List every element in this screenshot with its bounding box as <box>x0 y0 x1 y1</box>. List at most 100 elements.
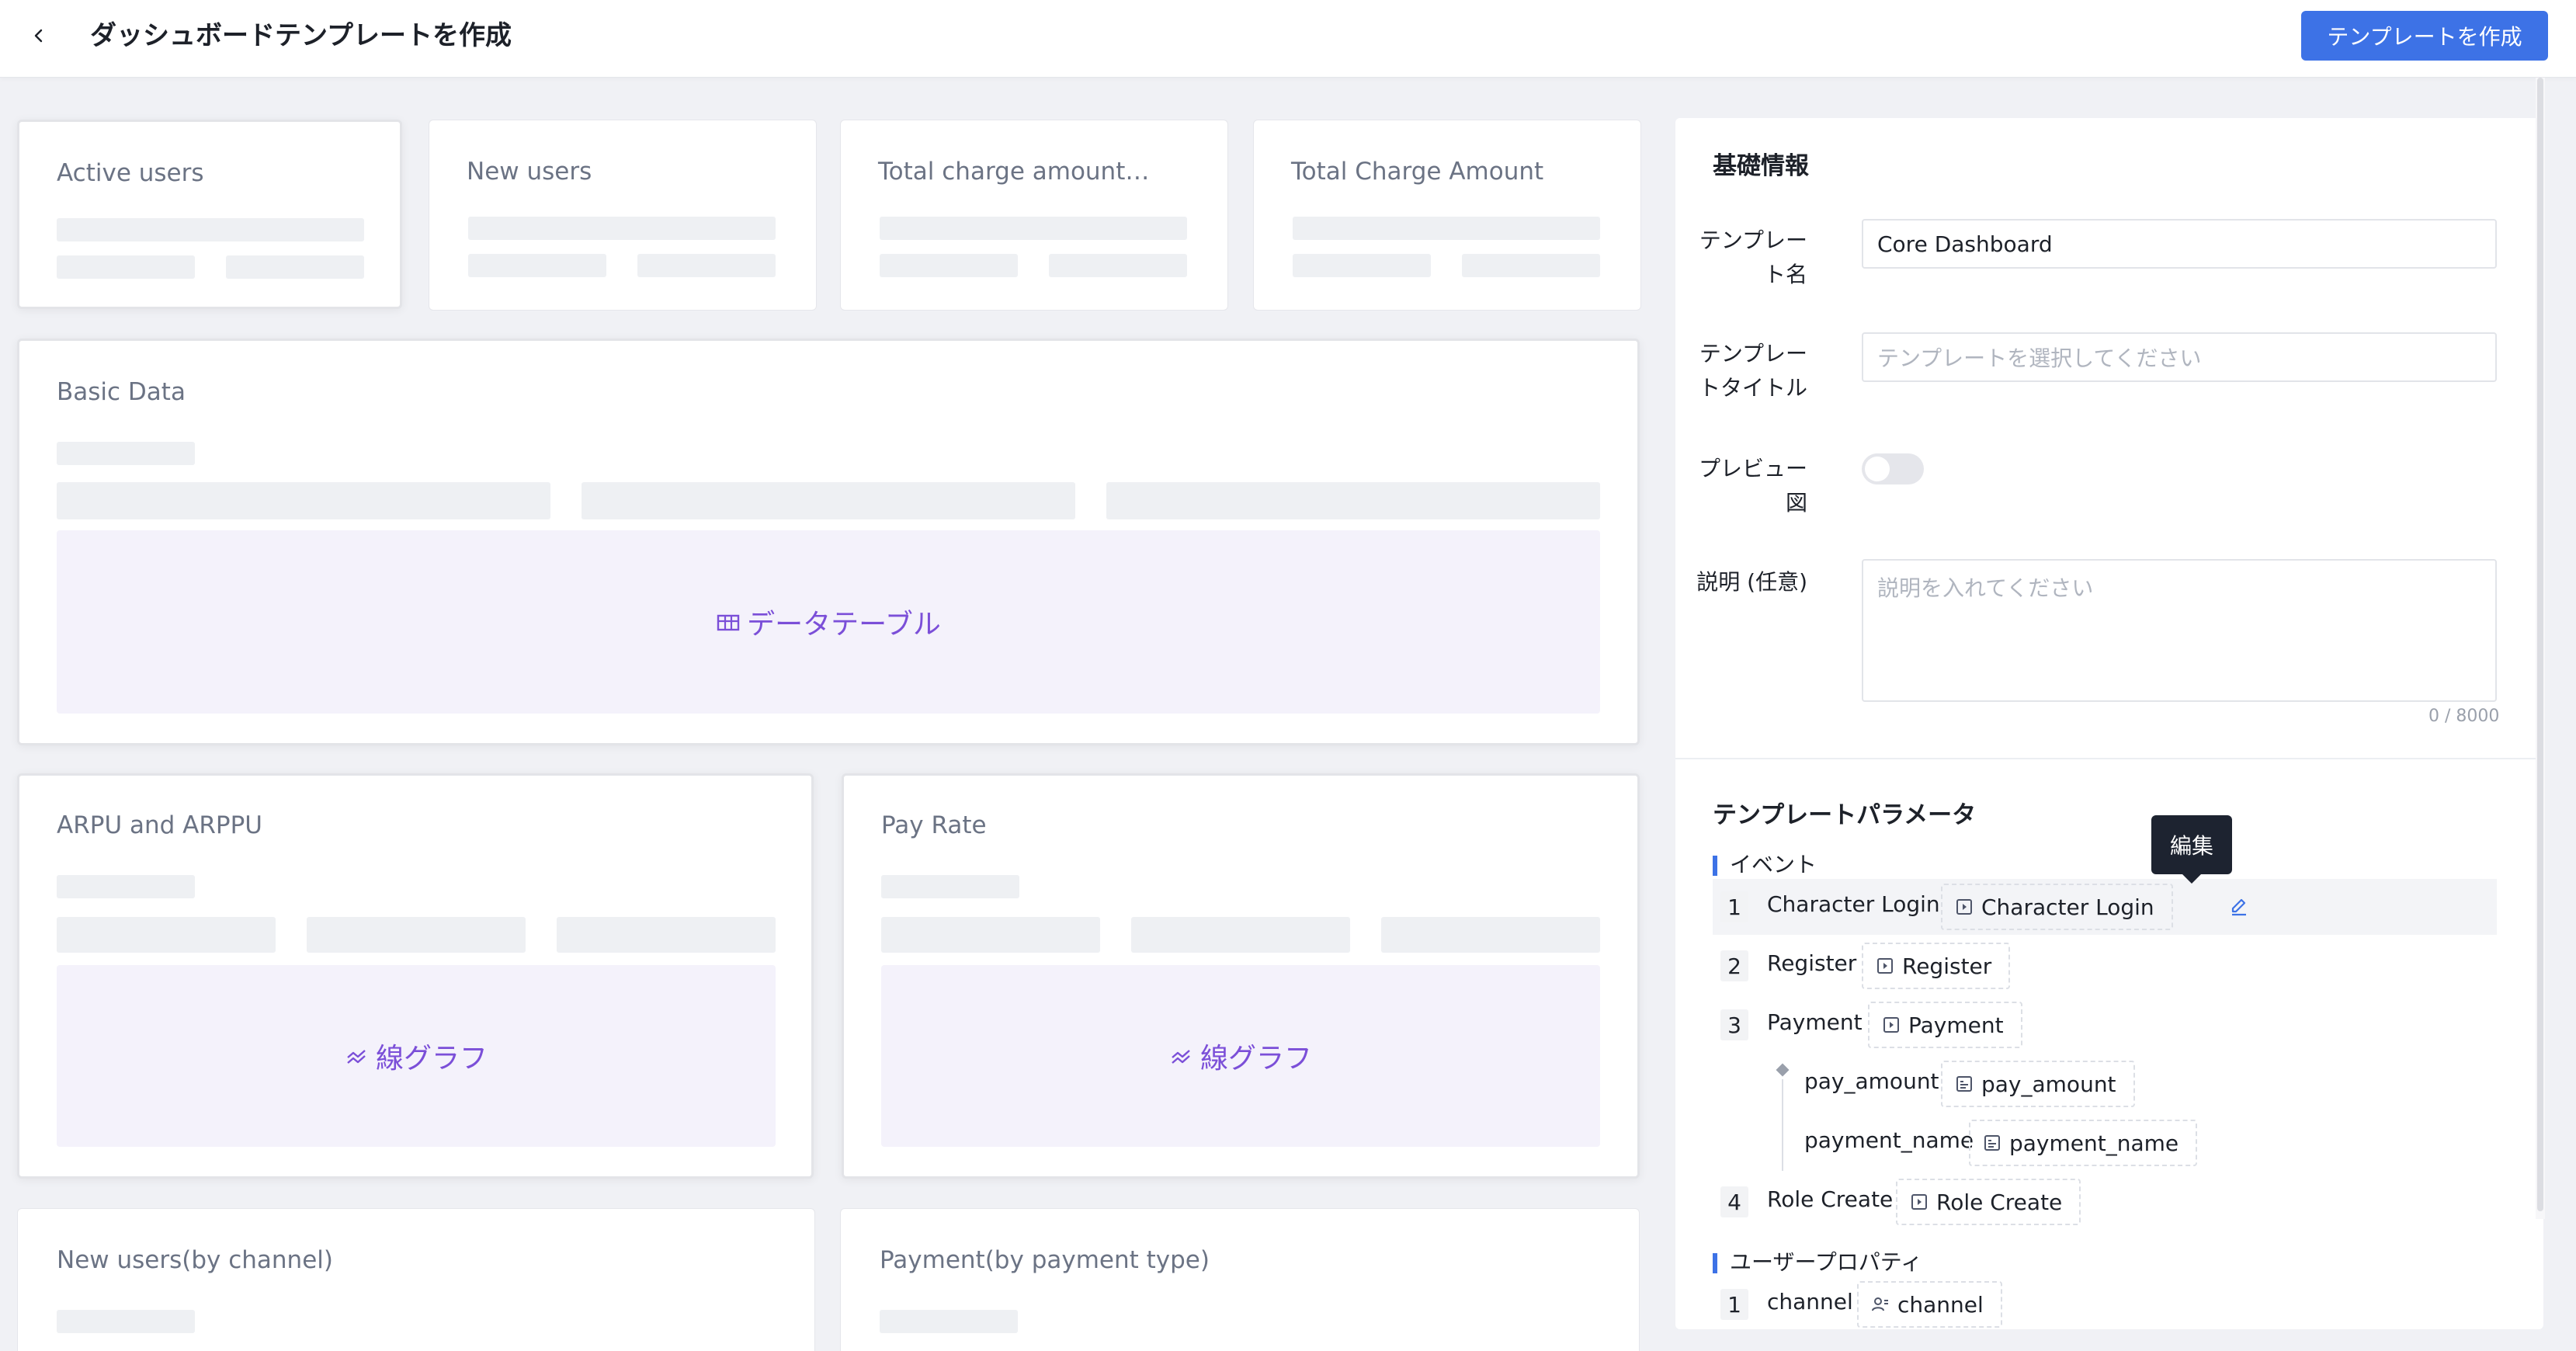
card-payment-by-type[interactable]: Payment(by payment type) <box>840 1208 1640 1351</box>
property-chip[interactable]: channel <box>1857 1281 2002 1328</box>
event-icon <box>1910 1193 1929 1211</box>
event-icon <box>1955 898 1974 916</box>
label-line: ト名 <box>1763 262 1807 287</box>
card-arpu[interactable]: ARPU and ARPPU 線グラフ <box>17 773 814 1179</box>
card-active-users[interactable]: Active users <box>17 120 402 309</box>
skeleton-bar <box>881 917 1100 953</box>
card-new-users[interactable]: New users <box>429 120 817 311</box>
skeleton-bar <box>1049 254 1187 277</box>
card-title: Pay Rate <box>881 811 987 839</box>
event-row[interactable]: 3 Payment Payment <box>1713 997 2497 1053</box>
event-property-row[interactable]: pay_amount pay_amount <box>1792 1056 2491 1112</box>
skeleton-bar <box>57 1310 195 1333</box>
label-line: テンプレー <box>1699 341 1807 366</box>
skeleton-bar <box>57 482 550 519</box>
line-chart-placeholder: 線グラフ <box>881 965 1600 1147</box>
line-chart-icon <box>1169 1045 1194 1067</box>
row-index: 3 <box>1720 1009 1748 1040</box>
template-title-select[interactable]: テンプレートを選択してください <box>1862 332 2497 382</box>
chip-label: Role Create <box>1936 1189 2063 1215</box>
user-property-row[interactable]: 1 channel channel <box>1713 1276 2497 1329</box>
card-total-charge-amount-2[interactable]: Total Charge Amount <box>1253 120 1641 311</box>
property-icon <box>1955 1075 1974 1093</box>
property-name: pay_amount <box>1804 1068 1939 1094</box>
page-header: ダッシュボードテンプレートを作成 テンプレートを作成 <box>0 0 2576 78</box>
property-chip[interactable]: pay_amount <box>1941 1061 2135 1107</box>
card-title: Active users <box>57 159 204 187</box>
label-line: 図 <box>1785 490 1807 516</box>
template-title-label: テンプレー トタイトル <box>1675 337 1807 405</box>
edit-tooltip: 編集 <box>2151 815 2232 884</box>
card-title: New users <box>467 158 592 186</box>
event-name: Character Login <box>1767 891 1940 917</box>
skeleton-bar <box>881 875 1019 898</box>
property-chip[interactable]: payment_name <box>1969 1120 2198 1166</box>
description-label: 説明 (任意) <box>1696 569 1807 595</box>
placeholder-label: 線グラフ <box>375 1043 488 1075</box>
skeleton-bar <box>582 482 1075 519</box>
label-line: テンプレー <box>1699 227 1807 253</box>
skeleton-bar <box>557 917 776 953</box>
skeleton-bar <box>1293 217 1600 240</box>
event-chip[interactable]: Register <box>1862 943 2011 989</box>
description-textarea[interactable]: 説明を入れてください <box>1862 559 2497 702</box>
skeleton-bar <box>1462 254 1600 277</box>
data-table-placeholder: データテーブル <box>57 530 1600 714</box>
skeleton-bar <box>57 218 364 241</box>
card-new-users-by-channel[interactable]: New users(by channel) <box>17 1208 815 1351</box>
template-name-input[interactable]: Core Dashboard <box>1862 219 2497 269</box>
page-scrollbar-thumb[interactable] <box>2537 78 2543 1211</box>
event-name: Payment <box>1767 1009 1863 1035</box>
event-property-row[interactable]: payment_name payment_name <box>1792 1115 2491 1171</box>
event-name: Role Create <box>1767 1186 1894 1212</box>
placeholder-label: 線グラフ <box>1199 1043 1312 1075</box>
preview-label: プレビュー 図 <box>1675 452 1807 520</box>
chip-label: channel <box>1897 1291 1984 1318</box>
card-title: Total charge amount… <box>878 158 1150 186</box>
edit-icon[interactable] <box>2224 891 2255 922</box>
card-basic-data[interactable]: Basic Data データテーブル <box>17 339 1640 745</box>
skeleton-bar <box>1106 482 1600 519</box>
chip-label: Payment <box>1908 1012 2004 1038</box>
event-chip[interactable]: Role Create <box>1896 1179 2081 1225</box>
card-total-charge-amount-1[interactable]: Total charge amount… <box>840 120 1228 311</box>
tree-connector <box>1782 1079 1783 1171</box>
create-template-button[interactable]: テンプレートを作成 <box>2301 11 2548 61</box>
skeleton-bar <box>1381 917 1600 953</box>
card-title: New users(by channel) <box>57 1246 333 1274</box>
card-title: ARPU and ARPPU <box>57 811 262 839</box>
back-button[interactable] <box>23 20 54 51</box>
skeleton-bar <box>226 255 364 279</box>
card-pay-rate[interactable]: Pay Rate 線グラフ <box>842 773 1640 1179</box>
template-params-title: テンプレートパラメータ <box>1713 801 1977 829</box>
card-title: Payment(by payment type) <box>880 1246 1210 1274</box>
tree-node-diamond-icon <box>1776 1063 1790 1077</box>
skeleton-bar <box>468 217 776 240</box>
event-icon <box>1882 1016 1901 1034</box>
skeleton-bar <box>307 917 526 953</box>
row-index: 4 <box>1720 1186 1748 1217</box>
skeleton-bar <box>880 254 1018 277</box>
row-index: 1 <box>1720 1289 1748 1320</box>
skeleton-bar <box>57 255 195 279</box>
card-title: Total Charge Amount <box>1291 158 1544 186</box>
event-chip[interactable]: Payment <box>1868 1002 2022 1048</box>
skeleton-bar <box>1131 917 1350 953</box>
event-row[interactable]: 4 Role Create Role Create <box>1713 1174 2497 1230</box>
line-chart-icon <box>345 1045 370 1067</box>
event-row[interactable]: 2 Register Register <box>1713 938 2497 994</box>
event-name: Register <box>1767 950 1857 976</box>
chip-label: Character Login <box>1981 894 2154 920</box>
skeleton-bar <box>57 442 195 465</box>
event-chip[interactable]: Character Login <box>1941 884 2173 930</box>
description-counter: 0 / 8000 <box>2428 707 2500 726</box>
table-icon <box>716 611 741 633</box>
line-chart-placeholder: 線グラフ <box>57 965 776 1147</box>
event-icon <box>1876 957 1894 975</box>
skeleton-bar <box>880 1310 1018 1333</box>
event-row[interactable]: 1 Character Login Character Login <box>1713 879 2497 935</box>
preview-toggle[interactable] <box>1862 453 1924 484</box>
property-name: payment_name <box>1804 1127 1974 1153</box>
chip-label: Register <box>1902 953 1992 979</box>
user-props-group-label: ユーザープロパティ <box>1713 1249 1922 1276</box>
